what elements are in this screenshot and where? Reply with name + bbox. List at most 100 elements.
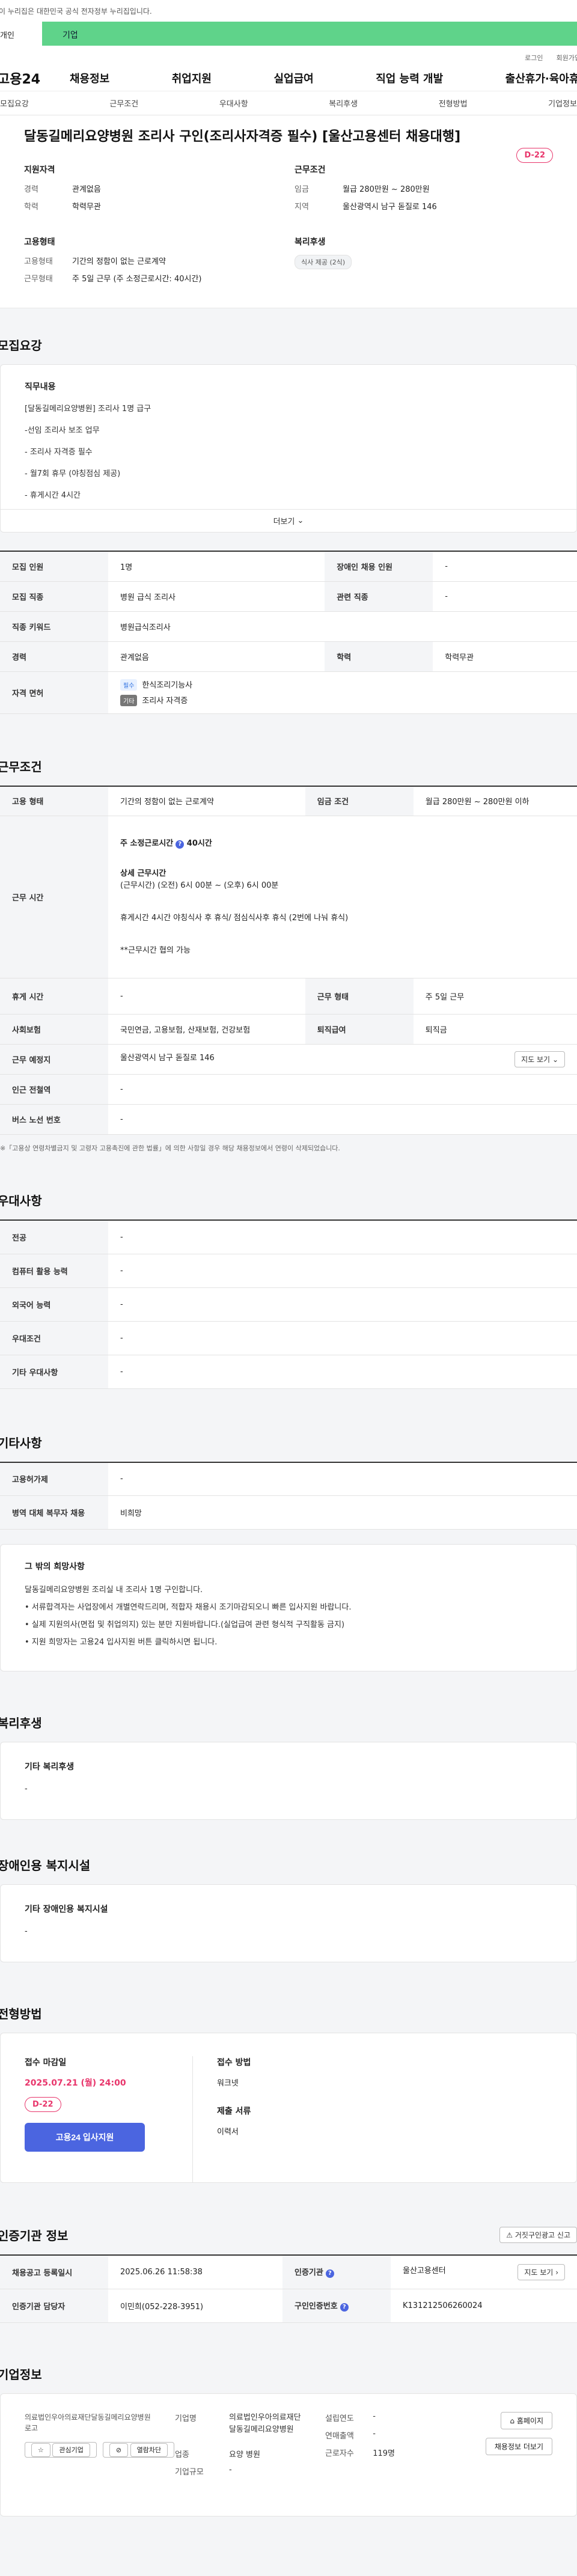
table-row: 전공 - bbox=[0, 1220, 577, 1254]
question-icon[interactable]: ? bbox=[176, 840, 185, 849]
gov-banner: 이 누리집은 대한민국 공식 전자정부 누리집입니다. bbox=[0, 0, 577, 22]
row-label: 휴게 시간 bbox=[0, 978, 108, 1015]
gnb-menu-leave[interactable]: 출산휴가·육아휴직 bbox=[505, 70, 577, 86]
site-logo[interactable]: 고용24 bbox=[0, 69, 70, 88]
age-note: ※「고용상 연령차별금지 및 고령자 고용촉진에 관한 법률」에 의한 사항일 … bbox=[0, 1144, 340, 1152]
emp-value: 119명 bbox=[373, 2449, 395, 2458]
subnav-recruit[interactable]: 모집요강 bbox=[0, 97, 29, 109]
wish-line: • 서류합격자는 사업장에서 개별연락드리며, 적합자 채용시 조기마감되오니 … bbox=[25, 1603, 352, 1612]
gnb-menu-support[interactable]: 취업지원 bbox=[172, 70, 212, 86]
summary-welfare: 복리후생 식사 제공 (2식) bbox=[295, 236, 559, 290]
gnb-menu-benefit[interactable]: 실업급여 bbox=[274, 70, 314, 86]
subnav-pref[interactable]: 우대사항 bbox=[219, 97, 248, 109]
table-row: 인근 전철역 - bbox=[0, 1074, 577, 1105]
docs-value: 이력서 bbox=[217, 2128, 239, 2137]
tab-business[interactable]: 기업 bbox=[42, 22, 577, 46]
qual-edu-value: 학력무관 bbox=[72, 203, 101, 212]
row-label: 전공 bbox=[0, 1220, 108, 1254]
report-button-label: 거짓구인광고 신고 bbox=[514, 2231, 570, 2239]
section-title-etc: 기타사항 bbox=[0, 1435, 42, 1450]
row-label: 근무 시간 bbox=[0, 816, 108, 978]
gnb-menu-jobs[interactable]: 채용정보 bbox=[70, 70, 109, 86]
question-icon[interactable]: ? bbox=[340, 2303, 349, 2312]
welfare-title: 기타 복리후생 bbox=[25, 1762, 75, 1772]
section-title-apply: 전형방법 bbox=[0, 2007, 42, 2021]
qual-career-value: 관계없음 bbox=[72, 185, 101, 194]
map-button[interactable]: 지도 보기 ⌄ bbox=[514, 1051, 565, 1067]
map-button-label: 지도 보기 bbox=[521, 1055, 551, 1064]
tab-personal[interactable]: 개인 bbox=[0, 22, 42, 46]
subnav-work[interactable]: 근무조건 bbox=[109, 97, 138, 109]
emp-form-value: 주 5일 근무 (주 소정근로시간: 40시간) bbox=[72, 275, 202, 284]
sales-value: - bbox=[373, 2429, 376, 2438]
table-row: 휴게 시간 - 근무 형태 주 5일 근무 bbox=[0, 978, 577, 1015]
row-value: 병원 급식 조리사 bbox=[108, 581, 325, 612]
row-label: 자격 면허 bbox=[0, 671, 108, 714]
homepage-button[interactable]: ⌂ 홈페이지 bbox=[501, 2411, 552, 2429]
summary-condition: 근무조건 임금 월급 280만원 ~ 280만원 지역 울산광역시 남구 돋질로 1… bbox=[295, 163, 559, 218]
subnav-apply[interactable]: 전형방법 bbox=[439, 97, 468, 109]
row-value: 1명 bbox=[108, 551, 325, 582]
signup-link[interactable]: 회원가입 bbox=[557, 53, 577, 65]
dday-badge: D-22 bbox=[516, 148, 553, 163]
row-value: 관계없음 bbox=[108, 641, 325, 672]
emp-type-value: 기간의 정함이 없는 근로계약 bbox=[72, 257, 166, 266]
pref-table: 전공 - 컴퓨터 활용 능력 - 외국어 능력 - 우대조건 - 기타 우대사항 - bbox=[0, 1219, 577, 1389]
row-value: 기간의 정함이 없는 근로계약 bbox=[108, 786, 305, 816]
qual-edu-label: 학력 bbox=[24, 203, 38, 212]
table-row: 고용 형태 기간의 정함이 없는 근로계약 임금 조건 월급 280만원 ~ 2… bbox=[0, 786, 577, 816]
disab-title: 기타 장애인용 복지시설 bbox=[25, 1905, 108, 1914]
subnav-welfare[interactable]: 복리후생 bbox=[329, 97, 358, 109]
summary-cond-title: 근무조건 bbox=[295, 165, 326, 175]
favorite-button[interactable]: ☆ 관심기업 bbox=[25, 2441, 97, 2458]
job-title: 달동길메리요양병원 조리사 구인(조리사자격증 필수) [울산고용센터 채용대행… bbox=[24, 129, 461, 144]
login-link[interactable]: 로그인 bbox=[525, 53, 543, 65]
table-row: 직종 키워드 병원급식조리사 bbox=[0, 611, 577, 642]
table-row: 자격 면허 필수 한식조리기능사 기타 조리사 자격증 bbox=[0, 671, 577, 714]
row-label: 기타 우대사항 bbox=[0, 1355, 108, 1389]
license-cell: 필수 한식조리기능사 기타 조리사 자격증 bbox=[108, 671, 577, 714]
row-label: 직종 키워드 bbox=[0, 611, 108, 642]
block-label: 열람차단 bbox=[130, 2443, 168, 2457]
row-label: 고용 형태 bbox=[0, 786, 108, 816]
block-button[interactable]: ⊘ 열람차단 bbox=[102, 2441, 175, 2458]
place-cell: 울산광역시 남구 돋질로 146 지도 보기 ⌄ bbox=[108, 1044, 577, 1075]
summary-emp-title: 고용형태 bbox=[24, 237, 55, 247]
row-value: K131212506260024 bbox=[391, 2289, 577, 2323]
section-title-agency: 인증기관 정보 bbox=[0, 2229, 69, 2243]
est-label: 설립연도 bbox=[325, 2414, 354, 2423]
row-value: 병원급식조리사 bbox=[108, 611, 577, 642]
job-detail-line: [달동길메리요양병원] 조리사 1명 급구 bbox=[25, 404, 151, 414]
apply-button[interactable]: 고용24 입사지원 bbox=[25, 2123, 145, 2152]
section-title-pref: 우대사항 bbox=[0, 1194, 42, 1208]
wish-line: • 지원 희망자는 고용24 입사지원 버튼 클릭하시면 됩니다. bbox=[25, 1638, 218, 1647]
emp-label: 근로자수 bbox=[325, 2449, 354, 2458]
disab-value: - bbox=[25, 1927, 28, 1936]
company-name-label: 기업명 bbox=[175, 2414, 197, 2423]
row-value: - bbox=[433, 581, 577, 612]
company-info-col2: 설립연도 - 연매출액 - 근로자수 119명 bbox=[325, 2412, 457, 2498]
report-button[interactable]: ⚠ 거짓구인광고 신고 bbox=[499, 2227, 577, 2243]
row-label: 관련 직종 bbox=[325, 581, 433, 612]
row-value: - bbox=[108, 978, 305, 1015]
subnav-company[interactable]: 기업정보 bbox=[548, 97, 577, 109]
agency-table: 채용공고 등록일시 2025.06.26 11:58:38 인증기관? 울산고용… bbox=[0, 2254, 577, 2323]
gnb-menu-training[interactable]: 직업 능력 개발 bbox=[376, 70, 443, 86]
num-label-text: 구인인증번호 bbox=[295, 2302, 338, 2311]
apply-deadline-block: 접수 마감일 2025.07.21 (월) 24:00 D-22 고용24 입사… bbox=[25, 2056, 193, 2182]
emp-form-label: 근무형태 bbox=[24, 275, 53, 284]
place-value: 울산광역시 남구 돋질로 146 bbox=[120, 1054, 215, 1063]
row-label: 경력 bbox=[0, 641, 108, 672]
more-button[interactable]: 더보기 ⌄ bbox=[1, 509, 576, 532]
map-button-label: 지도 보기 bbox=[524, 2268, 554, 2277]
map-button[interactable]: 지도 보기 › bbox=[517, 2263, 565, 2280]
question-icon[interactable]: ? bbox=[325, 2269, 334, 2278]
table-row: 외국어 능력 - bbox=[0, 1287, 577, 1322]
section-nav: 모집요강 근무조건 우대사항 복리후생 전형방법 기업정보 bbox=[0, 91, 577, 115]
row-value: 비희망 bbox=[108, 1495, 577, 1530]
row-label: 퇴직급여 bbox=[305, 1014, 414, 1045]
row-value: - bbox=[433, 551, 577, 582]
disab-card: 기타 장애인용 복지시설 - bbox=[0, 1884, 577, 1962]
row-value: 이민희(052-228-3951) bbox=[108, 2289, 282, 2323]
more-jobs-button[interactable]: 채용정보 더보기 bbox=[485, 2437, 552, 2455]
